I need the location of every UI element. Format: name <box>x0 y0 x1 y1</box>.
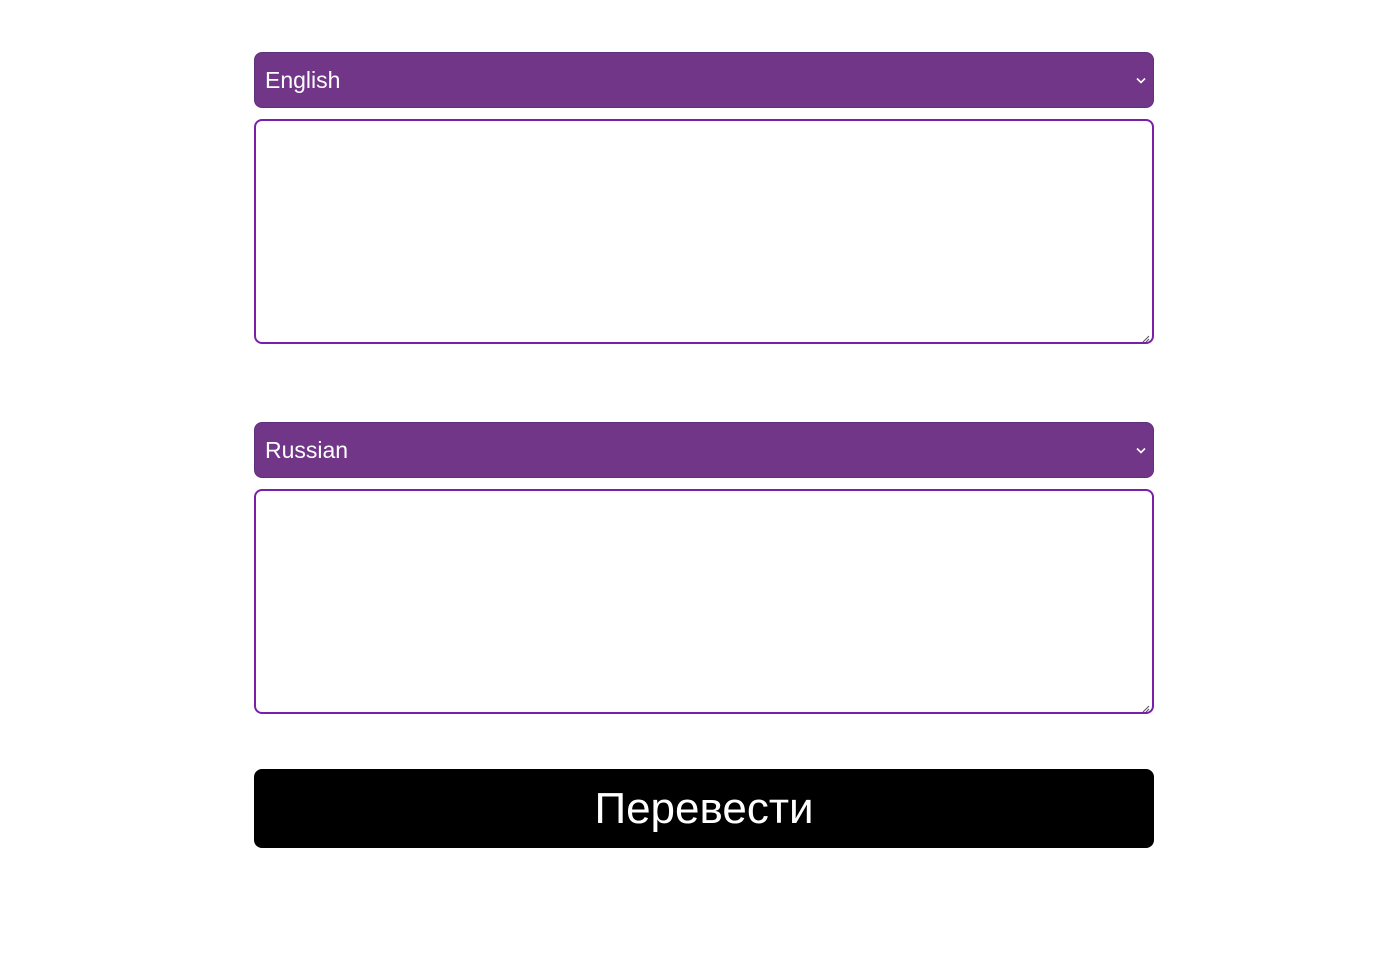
translate-button[interactable]: Перевести <box>254 769 1154 848</box>
chevron-down-icon <box>1135 74 1147 86</box>
source-text-input[interactable] <box>254 119 1154 344</box>
source-language-value: English <box>265 66 341 93</box>
resize-handle-icon[interactable] <box>1140 700 1150 713</box>
translator-app: English Russian Перевести <box>0 0 1375 977</box>
resize-handle-icon[interactable] <box>1140 330 1150 343</box>
target-language-value: Russian <box>265 436 349 463</box>
source-language-select[interactable]: English <box>254 52 1154 108</box>
target-language-select[interactable]: Russian <box>254 422 1154 478</box>
chevron-down-icon <box>1135 444 1147 456</box>
target-text-output[interactable] <box>254 489 1154 714</box>
